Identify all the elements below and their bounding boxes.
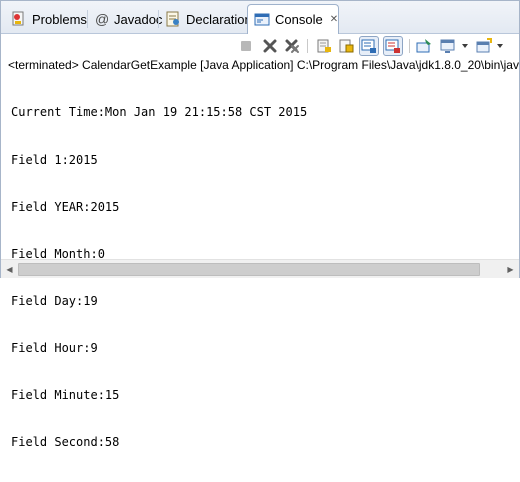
console-output[interactable]: Current Time:Mon Jan 19 21:15:58 CST 201… [11,74,511,449]
show-on-stderr-icon[interactable] [383,36,403,56]
show-on-stdout-icon[interactable] [359,36,379,56]
tab-javadoc[interactable]: @ Javadoc [89,5,168,33]
console-line: Field 1:2015 [11,152,98,167]
toolbar-separator [307,39,308,53]
scrollbar-thumb[interactable] [18,263,480,276]
tab-label: Declaration [186,11,252,27]
process-status-line: <terminated> CalendarGetExample [Java Ap… [8,58,519,72]
scroll-left-icon[interactable]: ◀ [1,260,18,278]
view-tab-bar: Problems @ Javadoc Declaration Console ✕ [1,1,519,34]
tab-label: Console [275,12,323,27]
console-line: Field Day:19 [11,293,98,308]
chevron-down-icon[interactable] [497,44,503,48]
scroll-right-icon[interactable]: ▶ [502,260,519,278]
display-selected-console-icon[interactable] [439,37,457,55]
tab-problems[interactable]: Problems [5,5,93,33]
remove-all-terminated-icon[interactable] [283,37,301,55]
console-icon [254,12,270,28]
console-line: Field Second:58 [11,435,120,450]
pin-console-icon[interactable] [415,37,433,55]
scroll-right-glyph: ▶ [507,264,514,274]
tab-divider [87,10,88,28]
toolbar-separator [409,39,410,53]
console-line: Field Hour:9 [11,340,98,355]
horizontal-scrollbar[interactable]: ◀ ▶ [1,259,519,278]
tab-label: Javadoc [114,11,163,27]
scroll-left-glyph: ◀ [6,264,13,274]
tab-label: Problems [32,11,87,27]
tab-declaration[interactable]: Declaration [159,5,258,33]
problems-icon [11,11,27,27]
scroll-lock-icon[interactable] [337,37,355,55]
console-view: Problems @ Javadoc Declaration Console ✕… [0,0,520,449]
terminate-icon[interactable] [237,37,255,55]
console-line: Current Time:Mon Jan 19 21:15:58 CST 201… [11,105,308,120]
tab-console[interactable]: Console ✕ [247,4,339,34]
console-toolbar [1,34,519,58]
console-line: Field YEAR:2015 [11,199,120,214]
open-console-icon[interactable] [475,37,493,55]
clear-console-icon[interactable] [315,37,333,55]
chevron-down-icon[interactable] [462,44,468,48]
close-tab-icon[interactable]: ✕ [330,14,338,25]
declaration-icon [165,11,181,27]
remove-launch-icon[interactable] [261,37,279,55]
console-line: Field Minute:15 [11,388,120,403]
javadoc-at-icon: @ [95,11,110,27]
